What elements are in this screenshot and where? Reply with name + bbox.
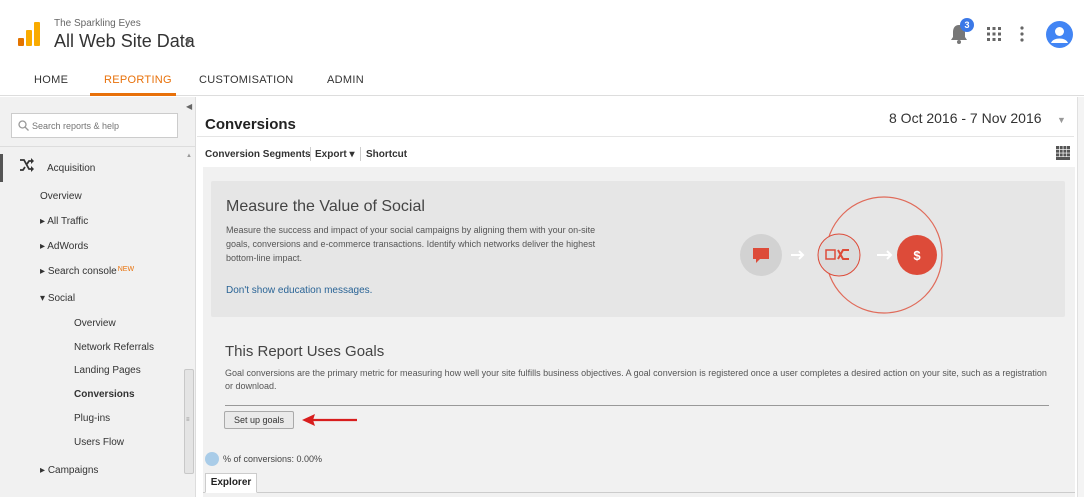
tab-home[interactable]: HOME xyxy=(34,74,68,86)
main-nav: HOME REPORTING CUSTOMISATION ADMIN xyxy=(0,68,1084,96)
chevron-right-icon: ▸ xyxy=(40,266,46,277)
scroll-up-arrow-icon[interactable]: ▲ xyxy=(186,153,192,159)
acquisition-icon xyxy=(20,158,34,172)
scrollbar-grip-icon: ≡ xyxy=(186,417,190,423)
sidebar-item-social-overview[interactable]: Overview xyxy=(74,318,116,329)
shuffle-icon xyxy=(817,233,861,277)
date-range-picker[interactable]: 8 Oct 2016 - 7 Nov 2016 xyxy=(889,110,1042,126)
sidebar-item-acquisition[interactable]: Acquisition xyxy=(47,163,95,174)
sidebar-item-all-traffic[interactable]: ▸ All Traffic xyxy=(40,216,88,227)
goals-body: Goal conversions are the primary metric … xyxy=(225,368,1047,391)
report-panel: Measure the Value of Social Measure the … xyxy=(203,167,1075,497)
tab-reporting[interactable]: REPORTING xyxy=(104,74,172,86)
dollar-symbol: $ xyxy=(913,248,921,263)
top-header: The Sparkling Eyes All Web Site Data ▼ 3 xyxy=(0,0,1084,68)
apps-grid-icon[interactable] xyxy=(987,27,1001,41)
social-funnel-illustration: $ xyxy=(740,196,943,314)
active-tab-indicator xyxy=(90,93,176,96)
sidebar-item-label: All Traffic xyxy=(47,216,89,227)
chevron-right-icon: ▸ xyxy=(40,216,46,227)
arrow-right-icon xyxy=(877,250,893,260)
notification-badge[interactable]: 3 xyxy=(960,18,974,32)
chevron-right-icon: ▸ xyxy=(40,241,46,252)
shortcut-button[interactable]: Shortcut xyxy=(366,149,407,160)
property-name[interactable]: All Web Site Data xyxy=(54,31,195,52)
collapse-sidebar-icon[interactable]: ◀ xyxy=(186,102,192,111)
more-vert-icon[interactable] xyxy=(1020,25,1024,43)
sidebar-item-landing-pages[interactable]: Landing Pages xyxy=(74,365,141,376)
search-input[interactable] xyxy=(32,118,174,134)
export-label: Export xyxy=(315,149,347,160)
red-arrow-annotation-icon xyxy=(302,414,357,426)
divider xyxy=(203,492,1075,493)
new-badge: NEW xyxy=(117,266,135,273)
education-title: Measure the Value of Social xyxy=(226,198,425,215)
metric-label: % of conversions: 0.00% xyxy=(223,454,323,464)
sidebar-item-search-console[interactable]: ▸ Search consoleNEW xyxy=(40,266,134,277)
arrow-right-icon xyxy=(791,250,805,260)
divider xyxy=(225,405,1049,406)
sidebar-item-adwords[interactable]: ▸ AdWords xyxy=(40,241,88,252)
chevron-down-icon: ▾ xyxy=(349,149,355,160)
sidebar-item-overview[interactable]: Overview xyxy=(40,191,82,202)
tab-explorer[interactable]: Explorer xyxy=(205,473,257,493)
sidebar-item-users-flow[interactable]: Users Flow xyxy=(74,437,124,448)
set-up-goals-button[interactable]: Set up goals xyxy=(224,411,294,429)
chevron-down-icon: ▾ xyxy=(40,293,46,304)
main-content: Conversions 8 Oct 2016 - 7 Nov 2016 ▼ Co… xyxy=(197,97,1084,497)
search-icon xyxy=(18,120,29,131)
tab-admin[interactable]: ADMIN xyxy=(327,74,364,86)
sidebar-item-network-referrals[interactable]: Network Referrals xyxy=(74,342,154,353)
chevron-down-icon[interactable]: ▼ xyxy=(183,37,193,48)
page-title: Conversions xyxy=(205,116,296,133)
sidebar-item-label: Search console xyxy=(47,266,117,277)
toolbar-separator xyxy=(310,147,311,161)
account-name[interactable]: The Sparkling Eyes xyxy=(54,18,141,29)
chevron-right-icon: ▸ xyxy=(40,465,46,476)
active-section-marker xyxy=(0,154,3,182)
metric-info-icon[interactable] xyxy=(205,452,219,466)
dismiss-education-link[interactable]: Don't show education messages. xyxy=(226,285,372,296)
sidebar-item-label: Social xyxy=(47,293,76,304)
sidebar-item-label: Campaigns xyxy=(47,465,99,476)
avatar-icon[interactable] xyxy=(1046,21,1073,48)
divider xyxy=(0,146,196,147)
tab-customisation[interactable]: CUSTOMISATION xyxy=(199,74,294,86)
export-button[interactable]: Export ▾ xyxy=(315,149,354,160)
education-body: Measure the success and impact of your s… xyxy=(226,225,596,263)
goals-title: This Report Uses Goals xyxy=(225,343,385,360)
conversion-segments-button[interactable]: Conversion Segments xyxy=(205,149,311,160)
education-card: Measure the Value of Social Measure the … xyxy=(211,181,1065,317)
page-scrollbar[interactable] xyxy=(1077,97,1084,497)
sidebar-item-conversions[interactable]: Conversions xyxy=(74,389,135,400)
chevron-down-icon[interactable]: ▼ xyxy=(1057,115,1066,125)
sidebar-scrollbar[interactable]: ≡ xyxy=(184,369,194,474)
sidebar-item-label: AdWords xyxy=(47,241,89,252)
sidebar-item-campaigns[interactable]: ▸ Campaigns xyxy=(40,465,98,476)
table-view-icon[interactable] xyxy=(1056,146,1070,160)
analytics-logo-icon[interactable] xyxy=(18,20,40,46)
search-box[interactable] xyxy=(11,113,178,138)
sidebar-item-plug-ins[interactable]: Plug-ins xyxy=(74,413,110,424)
sidebar: ◀ ▲ Acquisition Overview ▸ All Traffic ▸… xyxy=(0,97,196,497)
sidebar-item-social[interactable]: ▾ Social xyxy=(40,293,75,304)
toolbar-separator xyxy=(360,147,361,161)
